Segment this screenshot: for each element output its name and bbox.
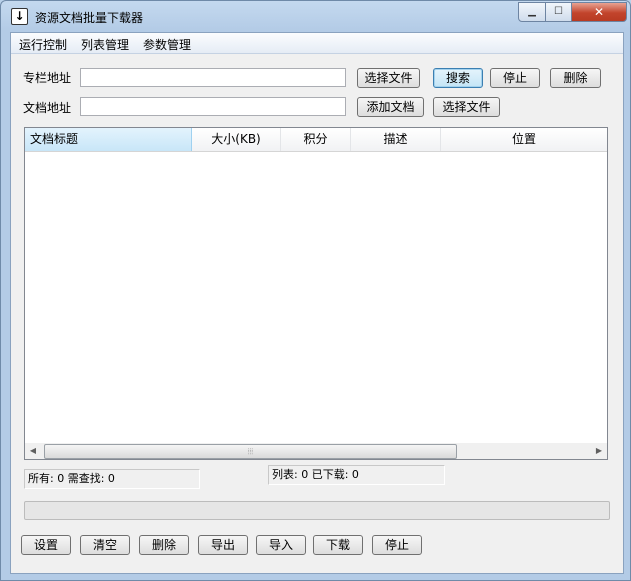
settings-button[interactable]: 设置: [21, 535, 71, 555]
menu-list-management[interactable]: 列表管理: [81, 36, 129, 53]
delete-button[interactable]: 删除: [550, 68, 601, 88]
title-bar[interactable]: ↓ 资源文档批量下载器 ▁ ☐ ✕: [1, 1, 630, 31]
column-header-title[interactable]: 文档标题: [25, 128, 192, 151]
scroll-right-icon[interactable]: ▶: [591, 443, 607, 459]
status-list: 列表: 0 已下载: 0: [268, 465, 445, 485]
scroll-left-icon[interactable]: ◀: [25, 443, 41, 459]
doc-url-input[interactable]: [80, 97, 346, 116]
status-total: 所有: 0 需查找: 0: [24, 469, 200, 489]
select-file-button-2[interactable]: 选择文件: [433, 97, 500, 117]
download-arrow-icon: ↓: [11, 8, 28, 25]
menu-bar: 运行控制 列表管理 参数管理: [11, 33, 623, 54]
search-button[interactable]: 搜索: [433, 68, 483, 88]
column-header-location[interactable]: 位置: [441, 128, 607, 151]
column-header-points[interactable]: 积分: [281, 128, 351, 151]
menu-parameter-management[interactable]: 参数管理: [143, 36, 191, 53]
download-button[interactable]: 下载: [313, 535, 363, 555]
column-header-size[interactable]: 大小(KB): [192, 128, 281, 151]
menu-run-control[interactable]: 运行控制: [19, 36, 67, 53]
clear-button[interactable]: 清空: [80, 535, 130, 555]
list-header: 文档标题 大小(KB) 积分 描述 位置: [25, 128, 607, 152]
maximize-button[interactable]: ☐: [545, 2, 572, 22]
column-url-label: 专栏地址: [23, 71, 72, 85]
import-button[interactable]: 导入: [256, 535, 306, 555]
stop-download-button[interactable]: 停止: [372, 535, 422, 555]
column-header-description[interactable]: 描述: [351, 128, 441, 151]
horizontal-scrollbar[interactable]: ◀ ⦙⦙⦙ ▶: [25, 443, 607, 459]
close-button[interactable]: ✕: [571, 2, 627, 22]
minimize-button[interactable]: ▁: [518, 2, 546, 22]
app-window: ↓ 资源文档批量下载器 ▁ ☐ ✕ 运行控制 列表管理 参数管理 专栏地址 选择…: [0, 0, 631, 581]
document-list[interactable]: 文档标题 大小(KB) 积分 描述 位置 ◀ ⦙⦙⦙ ▶: [24, 127, 608, 460]
client-area: 运行控制 列表管理 参数管理 专栏地址 选择文件 搜索 停止 删除 文档地址 添…: [10, 32, 624, 574]
add-document-button[interactable]: 添加文档: [357, 97, 424, 117]
scroll-thumb[interactable]: ⦙⦙⦙: [44, 444, 457, 459]
delete-selected-button[interactable]: 删除: [139, 535, 189, 555]
stop-search-button[interactable]: 停止: [490, 68, 540, 88]
export-button[interactable]: 导出: [198, 535, 248, 555]
download-progress-bar: [24, 501, 610, 520]
select-file-button[interactable]: 选择文件: [357, 68, 420, 88]
doc-url-label: 文档地址: [23, 101, 72, 115]
list-body[interactable]: [25, 152, 607, 443]
column-url-input[interactable]: [80, 68, 346, 87]
window-title: 资源文档批量下载器: [35, 11, 144, 25]
